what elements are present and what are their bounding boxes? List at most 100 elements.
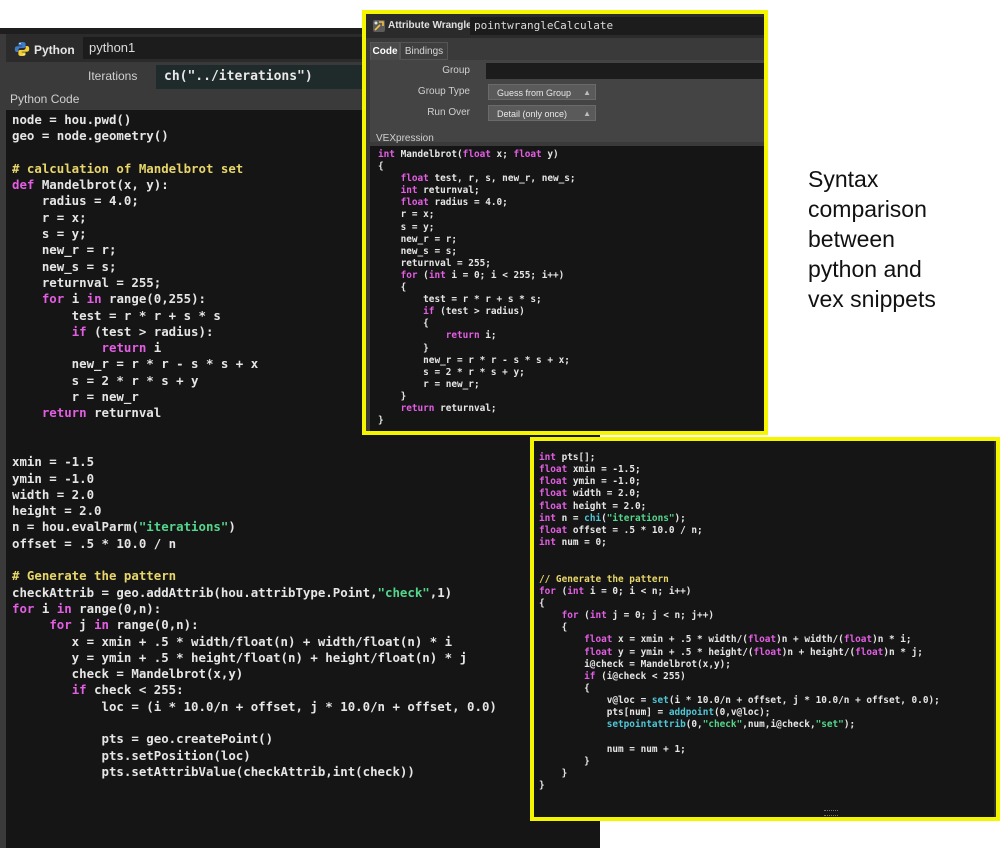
caption-line: vex snippets — [808, 284, 998, 314]
wrangle-code-line: s = 2 * r * s + y; — [378, 367, 525, 378]
python-code-line: node = hou.pwd() — [12, 112, 131, 127]
wrangle-parameters: Group Group Type Guess from Group ▲ Run … — [370, 60, 764, 142]
python-code-line: radius = 4.0; — [12, 193, 139, 208]
attribute-wrangle-icon — [372, 19, 386, 33]
vex-code-line: // Generate the pattern — [539, 574, 669, 585]
python-code-line: xmin = -1.5 — [12, 454, 94, 469]
wrangle-code-line: for (int i = 0; i < 255; i++) — [378, 270, 564, 281]
vex-code-line: float width = 2.0; — [539, 488, 641, 499]
vex-code-line: for (int j = 0; j < n; j++) — [539, 610, 714, 621]
python-code-line: if (test > radius): — [12, 324, 213, 339]
python-logo-icon — [14, 41, 30, 57]
vex-code-line: { — [539, 598, 545, 609]
vex-code-line: float x = xmin + .5 * width/(float)n + w… — [539, 634, 912, 645]
tab-code[interactable]: Code — [370, 42, 400, 60]
vex-code-line: } — [539, 780, 545, 791]
run-over-value: Detail (only once) — [497, 109, 567, 119]
vex-code-line: i@check = Mandelbrot(x,y); — [539, 659, 731, 670]
group-type-value: Guess from Group — [497, 88, 571, 98]
python-code-line: def Mandelbrot(x, y): — [12, 177, 169, 192]
wrangle-code-line: } — [378, 391, 406, 402]
vex-code-line: { — [539, 683, 590, 694]
wrangle-code-line: { — [378, 161, 384, 172]
caption-line: between — [808, 224, 998, 254]
python-code-line: y = ymin + .5 * height/float(n) + height… — [12, 650, 467, 665]
vex-code-line: if (i@check < 255) — [539, 671, 686, 682]
python-code-line: r = new_r — [12, 389, 139, 404]
python-code-line: pts.setPosition(loc) — [12, 748, 251, 763]
python-code-line: for i in range(0,255): — [12, 291, 206, 306]
iterations-label: Iterations — [88, 69, 137, 83]
python-code-line: returnval = 255; — [12, 275, 161, 290]
vex-code-line: } — [539, 756, 590, 767]
wrangle-code-line: if (test > radius) — [378, 306, 525, 317]
tab-bindings[interactable]: Bindings — [400, 42, 448, 60]
vex-code-line: float offset = .5 * 10.0 / n; — [539, 525, 703, 536]
wrangle-code-line: float test, r, s, new_r, new_s; — [378, 173, 576, 184]
updown-arrows-icon: ▲ — [583, 85, 591, 101]
comparison-caption: Syntax comparison between python and vex… — [808, 164, 998, 314]
node-name-field[interactable]: pointwrangleCalculate — [470, 17, 764, 35]
python-code-line: ymin = -1.0 — [12, 471, 94, 486]
python-code-line: return returnval — [12, 405, 161, 420]
vex-code-line: { — [539, 622, 567, 633]
python-code-line: # Generate the pattern — [12, 568, 176, 583]
caption-line: Syntax — [808, 164, 998, 194]
run-over-dropdown[interactable]: Detail (only once) ▲ — [488, 105, 596, 121]
python-code-line: checkAttrib = geo.addAttrib(hou.attribTy… — [12, 585, 452, 600]
python-code-line: width = 2.0 — [12, 487, 94, 502]
vex-snippet-panel[interactable]: int pts[]; float xmin = -1.5; float ymin… — [530, 437, 1000, 821]
group-input[interactable] — [486, 63, 764, 79]
wrangle-code-line: new_r = r * r - s * s + x; — [378, 355, 570, 366]
vex-code-line: for (int i = 0; i < n; i++) — [539, 586, 691, 597]
vex-code-line: float height = 2.0; — [539, 501, 646, 512]
group-type-label: Group Type — [370, 86, 470, 97]
python-code-line: # calculation of Mandelbrot set — [12, 161, 243, 176]
wrangle-code-line: new_s = s; — [378, 246, 457, 257]
wrangle-code-line: int Mandelbrot(float x; float y) — [378, 149, 559, 160]
editor-scrollbar[interactable] — [994, 441, 996, 817]
python-code-line: return i — [12, 340, 161, 355]
vex-code-line: setpointattrib(0,"check",num,i@check,"se… — [539, 719, 855, 730]
python-code-line: n = hou.evalParm("iterations") — [12, 519, 236, 534]
python-code-line: test = r * r + s * s — [12, 308, 221, 323]
vex-code-line: } — [539, 768, 567, 779]
wrangle-code-line: returnval = 255; — [378, 258, 491, 269]
python-code-line: pts.setAttribValue(checkAttrib,int(check… — [12, 764, 415, 779]
vexpression-label: VEXpression — [376, 133, 434, 144]
vex-code-line: num = num + 1; — [539, 744, 686, 755]
python-code-line: loc = (i * 10.0/n + offset, j * 10.0/n +… — [12, 699, 497, 714]
wrangle-code-line: } — [378, 343, 429, 354]
caption-line: python and — [808, 254, 998, 284]
python-code-line: s = 2 * r * s + y — [12, 373, 199, 388]
node-type-label: Attribute Wrangle — [388, 20, 472, 31]
vex-code-line: int pts[]; — [539, 452, 595, 463]
vex-code-line: float ymin = -1.0; — [539, 476, 641, 487]
resize-grip-icon[interactable] — [824, 810, 838, 816]
updown-arrows-icon: ▲ — [583, 106, 591, 122]
group-type-dropdown[interactable]: Guess from Group ▲ — [488, 84, 596, 100]
python-code-line: new_r = r; — [12, 242, 116, 257]
python-code-line: x = xmin + .5 * width/float(n) + width/f… — [12, 634, 452, 649]
wrangle-code-line: { — [378, 318, 429, 329]
wrangle-code-line: return returnval; — [378, 403, 497, 414]
wrangle-code-line: new_r = r; — [378, 234, 457, 245]
python-code-line: for j in range(0,n): — [12, 617, 199, 632]
python-code-line: geo = node.geometry() — [12, 128, 169, 143]
python-code-label: Python Code — [10, 92, 79, 106]
wrangle-code-line: int returnval; — [378, 185, 480, 196]
wrangle-code-line: r = x; — [378, 209, 434, 220]
wrangle-code-line: float radius = 4.0; — [378, 197, 508, 208]
python-code-line: for i in range(0,n): — [12, 601, 161, 616]
wrangle-code-text: int Mandelbrot(float x; float y) { float… — [378, 149, 576, 427]
caption-line: comparison — [808, 194, 998, 224]
attribute-wrangle-panel: Attribute Wrangle pointwrangleCalculate … — [362, 10, 768, 435]
vexpression-editor[interactable]: int Mandelbrot(float x; float y) { float… — [370, 146, 764, 431]
python-code-line: r = x; — [12, 210, 87, 225]
vex-code-line: float xmin = -1.5; — [539, 464, 641, 475]
group-label: Group — [370, 65, 470, 76]
wrangle-node-header: Attribute Wrangle pointwrangleCalculate — [366, 14, 764, 38]
run-over-label: Run Over — [370, 107, 470, 118]
python-code-line: if check < 255: — [12, 682, 184, 697]
vex-code-line: v@loc = set(i * 10.0/n + offset, j * 10.… — [539, 695, 940, 706]
